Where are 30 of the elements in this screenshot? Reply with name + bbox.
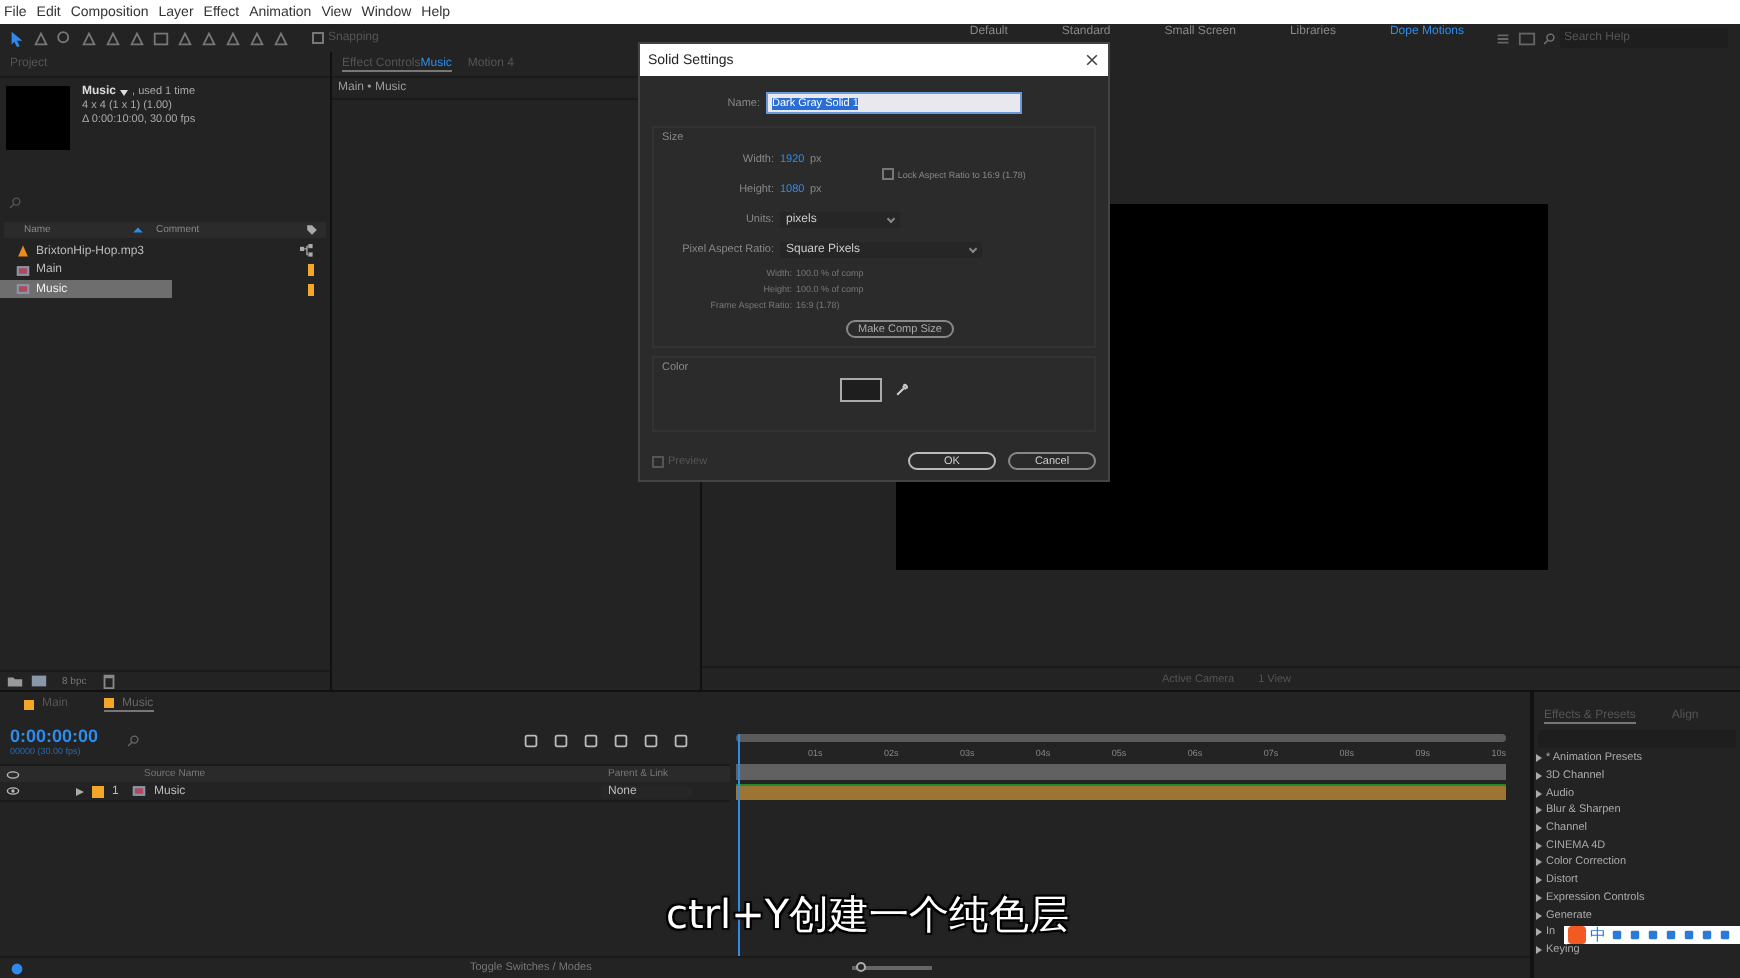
zoom-slider-thumb[interactable] (855, 962, 866, 972)
search-icon (1542, 31, 1556, 45)
search-icon[interactable] (126, 733, 141, 747)
flowchart-icon[interactable] (300, 244, 314, 259)
rectangle-icon[interactable] (152, 29, 170, 47)
thumbnail (6, 86, 70, 150)
trash-icon[interactable] (100, 672, 119, 690)
search-icon (8, 196, 22, 210)
sort-icon[interactable] (132, 226, 144, 234)
composition-icon[interactable] (30, 672, 48, 690)
cone-icon (16, 244, 30, 259)
caret-icon[interactable] (120, 89, 129, 95)
pointer-icon[interactable] (8, 29, 26, 47)
label-swatch[interactable] (308, 283, 314, 296)
timecode[interactable]: 0:00:00:00 (10, 725, 99, 745)
logo-icon (1568, 926, 1586, 944)
close-icon[interactable] (1084, 52, 1100, 68)
expand-triangle-icon[interactable] (76, 787, 84, 795)
color-swatch[interactable] (839, 378, 881, 402)
eye-icon[interactable] (6, 769, 20, 779)
menu-icon[interactable] (1494, 29, 1512, 47)
label-swatch[interactable] (92, 785, 104, 797)
eye-icon[interactable] (6, 786, 20, 796)
eyedropper-icon[interactable] (893, 382, 909, 398)
magnifier-icon[interactable] (56, 29, 74, 47)
label-swatch[interactable] (308, 264, 314, 277)
composition-icon (132, 784, 146, 798)
tag-icon[interactable] (306, 224, 318, 236)
panel-icon[interactable] (1518, 29, 1536, 47)
input-mode-button[interactable]: 中 (1590, 924, 1606, 946)
